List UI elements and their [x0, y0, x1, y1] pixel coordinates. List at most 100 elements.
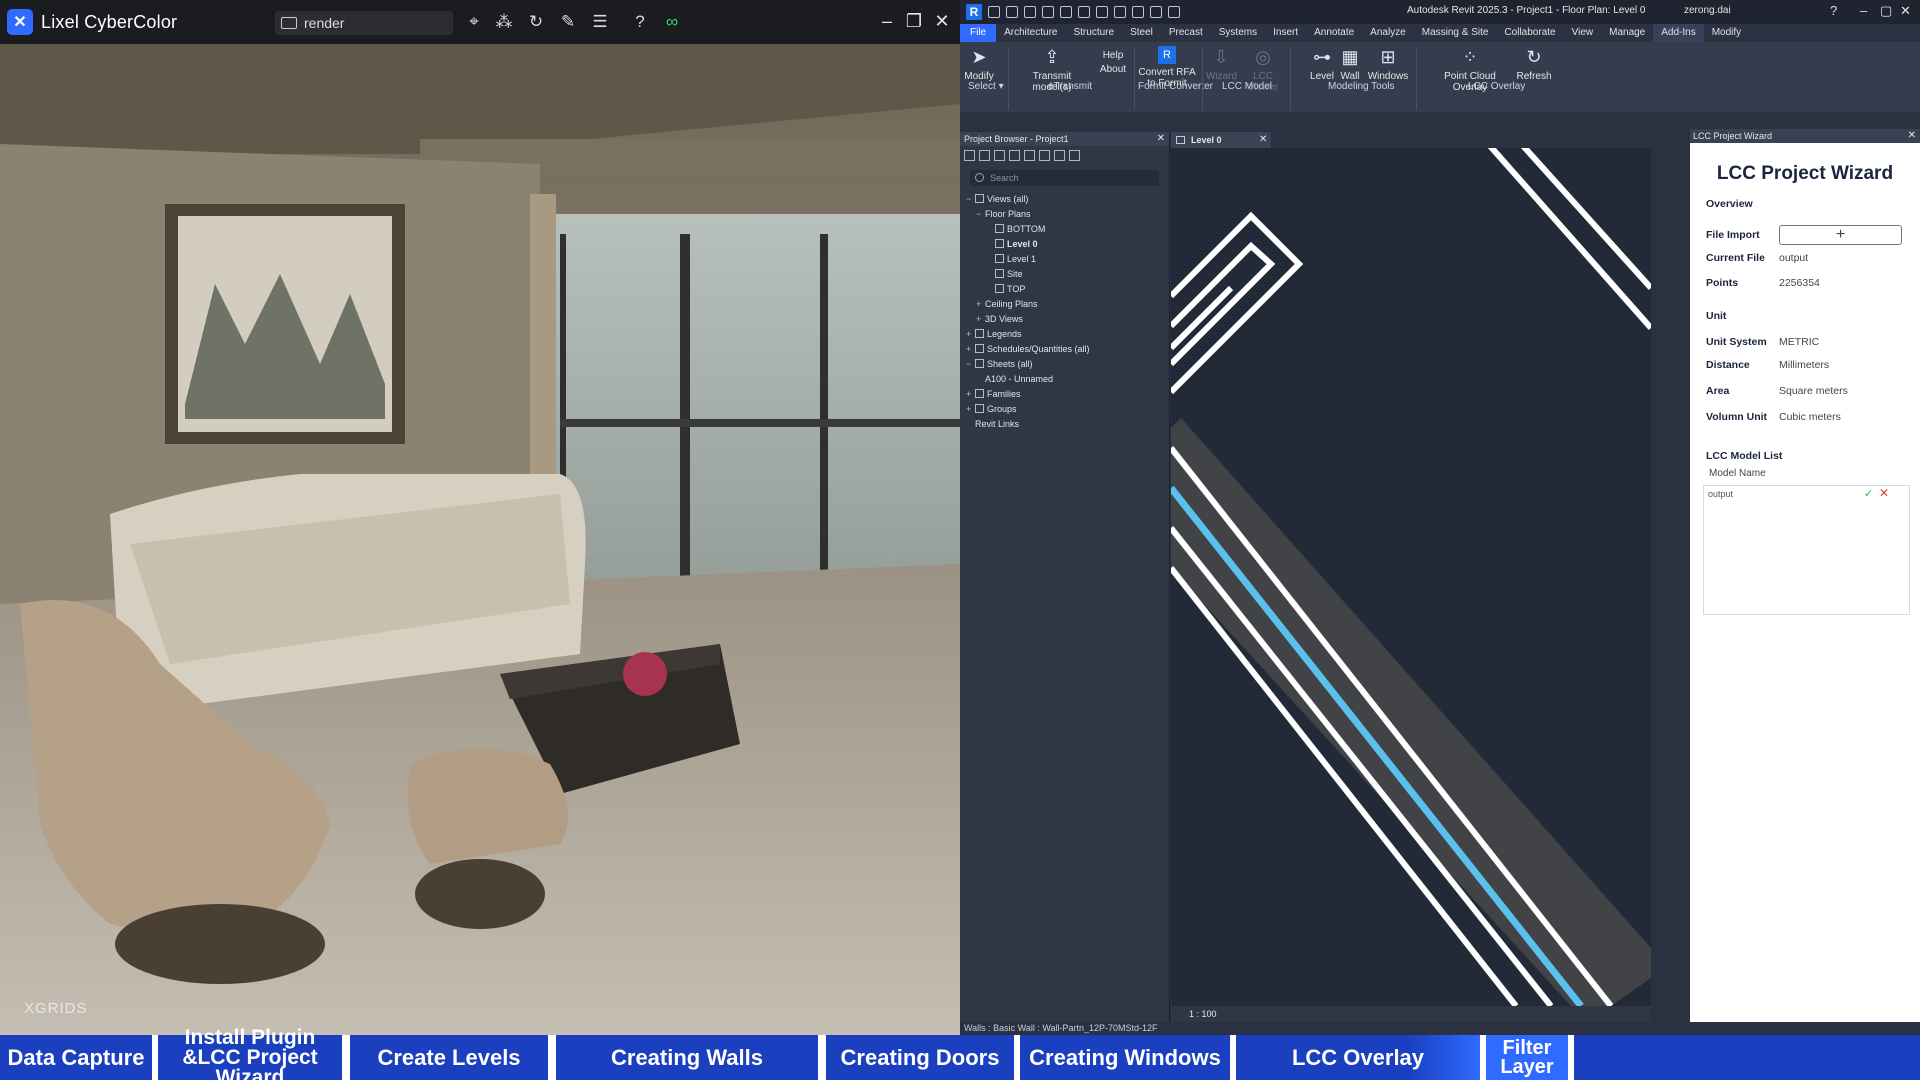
ribbon-tab-view[interactable]: View	[1564, 24, 1602, 42]
expand-toggle-icon[interactable]: +	[976, 312, 985, 327]
remove-icon[interactable]: ✕	[1879, 486, 1889, 500]
view-tab-level-0[interactable]: Level 0 ✕	[1171, 132, 1271, 148]
tree-item[interactable]: Level 1	[960, 252, 1169, 267]
maximize-icon[interactable]: ❐	[903, 10, 925, 32]
ribbon-tab-massing-site[interactable]: Massing & Site	[1414, 24, 1497, 42]
ribbon-tab-insert[interactable]: Insert	[1265, 24, 1306, 42]
browser-tool-icon[interactable]	[1009, 149, 1020, 161]
location-pin-icon[interactable]: ⌖	[464, 12, 484, 32]
refresh-icon[interactable]: ↻	[526, 12, 546, 32]
select-dropdown[interactable]: Select ▾	[968, 81, 1004, 92]
ribbon-tab-steel[interactable]: Steel	[1122, 24, 1161, 42]
project-selector[interactable]: render	[275, 11, 453, 35]
browser-tool-icon[interactable]	[1039, 149, 1050, 161]
close-icon[interactable]: ✕	[1157, 132, 1165, 146]
ribbon-tab-structure[interactable]: Structure	[1065, 24, 1122, 42]
step-install-plugin[interactable]: Install Plugin &LCC Project Wizard	[158, 1027, 342, 1080]
tree-item[interactable]: A100 - Unnamed	[960, 372, 1169, 387]
redo-icon[interactable]	[1060, 6, 1072, 18]
link-icon[interactable]: ∞	[662, 12, 682, 32]
view-scale[interactable]: 1 : 100	[1189, 1009, 1217, 1019]
tree-item[interactable]: + Ceiling Plans	[960, 297, 1169, 312]
tree-item[interactable]: Site	[960, 267, 1169, 282]
3d-view-icon[interactable]	[1150, 6, 1162, 18]
expand-toggle-icon[interactable]: +	[966, 402, 975, 417]
tree-item[interactable]: + Schedules/Quantities (all)	[960, 342, 1169, 357]
step-lcc-overlay[interactable]: LCC Overlay	[1236, 1035, 1480, 1080]
tree-item[interactable]: − Floor Plans	[960, 207, 1169, 222]
tree-item[interactable]: + Families	[960, 387, 1169, 402]
link-icon[interactable]	[1069, 149, 1080, 161]
3d-render-viewport[interactable]: XGRIDS	[0, 44, 960, 1035]
level-button[interactable]: ⊶ Level	[1308, 46, 1336, 82]
ribbon-tab-manage[interactable]: Manage	[1601, 24, 1653, 42]
ribbon-tab-modify[interactable]: Modify	[1704, 24, 1749, 42]
ribbon-tab-architecture[interactable]: Architecture	[996, 24, 1065, 42]
file-import-button[interactable]: +	[1779, 225, 1902, 245]
ribbon-tab-annotate[interactable]: Annotate	[1306, 24, 1362, 42]
help-button[interactable]: Help	[1096, 46, 1130, 61]
minimize-icon[interactable]: –	[876, 10, 898, 32]
tree-item[interactable]: Level 0	[960, 237, 1169, 252]
tree-item[interactable]: + Groups	[960, 402, 1169, 417]
undo-icon[interactable]	[1042, 6, 1054, 18]
step-filter-layer[interactable]: Filter Layer	[1486, 1035, 1568, 1080]
step-creating-windows[interactable]: Creating Windows	[1020, 1035, 1230, 1080]
close-icon[interactable]: ✕	[1908, 129, 1916, 143]
browser-tool-icon[interactable]	[1054, 149, 1065, 161]
tree-item[interactable]: Revit Links	[960, 417, 1169, 432]
close-icon[interactable]: ✕	[931, 10, 953, 32]
step-creating-walls[interactable]: Creating Walls	[556, 1035, 818, 1080]
point-cloud-icon[interactable]: ⁂	[494, 12, 514, 32]
modify-button[interactable]: ➤ Modify	[964, 46, 994, 82]
ribbon-tab-precast[interactable]: Precast	[1161, 24, 1211, 42]
edit-icon[interactable]: ✎	[558, 12, 578, 32]
revit-logo-icon[interactable]: R	[966, 4, 982, 20]
wall-button[interactable]: ▦ Wall	[1336, 46, 1364, 82]
tree-item[interactable]: − Views (all)	[960, 192, 1169, 207]
tree-item[interactable]: +3D Views	[960, 312, 1169, 327]
tree-item[interactable]: TOP	[960, 282, 1169, 297]
tree-item[interactable]: + Legends	[960, 327, 1169, 342]
about-button[interactable]: About	[1096, 64, 1130, 75]
save-icon[interactable]	[1006, 6, 1018, 18]
dimension-icon[interactable]	[1114, 6, 1126, 18]
print-icon[interactable]	[1078, 6, 1090, 18]
wizard-button[interactable]: ⇩ Wizard	[1206, 46, 1237, 82]
expand-toggle-icon[interactable]: +	[966, 387, 975, 402]
refresh-button[interactable]: ↻ Refresh	[1514, 46, 1554, 82]
browser-search-input[interactable]: Search	[970, 170, 1159, 186]
step-data-capture[interactable]: Data Capture	[0, 1035, 152, 1080]
ribbon-tab-collaborate[interactable]: Collaborate	[1496, 24, 1563, 42]
ribbon-tab-analyze[interactable]: Analyze	[1362, 24, 1414, 42]
tree-item[interactable]: BOTTOM	[960, 222, 1169, 237]
measure-icon[interactable]	[1096, 6, 1108, 18]
list-icon[interactable]: ☰	[590, 12, 610, 32]
browser-tool-icon[interactable]	[979, 149, 990, 161]
browser-tool-icon[interactable]	[1024, 149, 1035, 161]
browser-tool-icon[interactable]	[964, 149, 975, 161]
ribbon-tab-add-ins[interactable]: Add-Ins	[1653, 24, 1704, 42]
minimize-icon[interactable]: –	[1860, 3, 1867, 18]
ribbon-tab-systems[interactable]: Systems	[1211, 24, 1265, 42]
step-create-levels[interactable]: Create Levels	[350, 1035, 548, 1080]
expand-toggle-icon[interactable]: +	[966, 342, 975, 357]
expand-toggle-icon[interactable]: −	[976, 207, 985, 222]
windows-button[interactable]: ⊞ Windows	[1366, 46, 1410, 82]
browser-tool-icon[interactable]	[994, 149, 1005, 161]
help-icon[interactable]: ?	[1830, 3, 1837, 18]
ribbon-tab-file[interactable]: File	[960, 24, 997, 42]
sync-icon[interactable]	[1024, 6, 1036, 18]
maximize-icon[interactable]: ▢	[1880, 3, 1892, 19]
expand-toggle-icon[interactable]: +	[976, 297, 985, 312]
expand-toggle-icon[interactable]: −	[966, 192, 975, 207]
open-icon[interactable]	[988, 6, 1000, 18]
check-icon[interactable]: ✓	[1864, 487, 1873, 500]
text-icon[interactable]	[1132, 6, 1144, 18]
close-icon[interactable]: ✕	[1900, 3, 1911, 19]
expand-toggle-icon[interactable]: −	[966, 357, 975, 372]
tree-item[interactable]: − Sheets (all)	[960, 357, 1169, 372]
expand-toggle-icon[interactable]: +	[966, 327, 975, 342]
step-creating-doors[interactable]: Creating Doors	[826, 1035, 1014, 1080]
close-icon[interactable]: ✕	[1259, 132, 1267, 148]
